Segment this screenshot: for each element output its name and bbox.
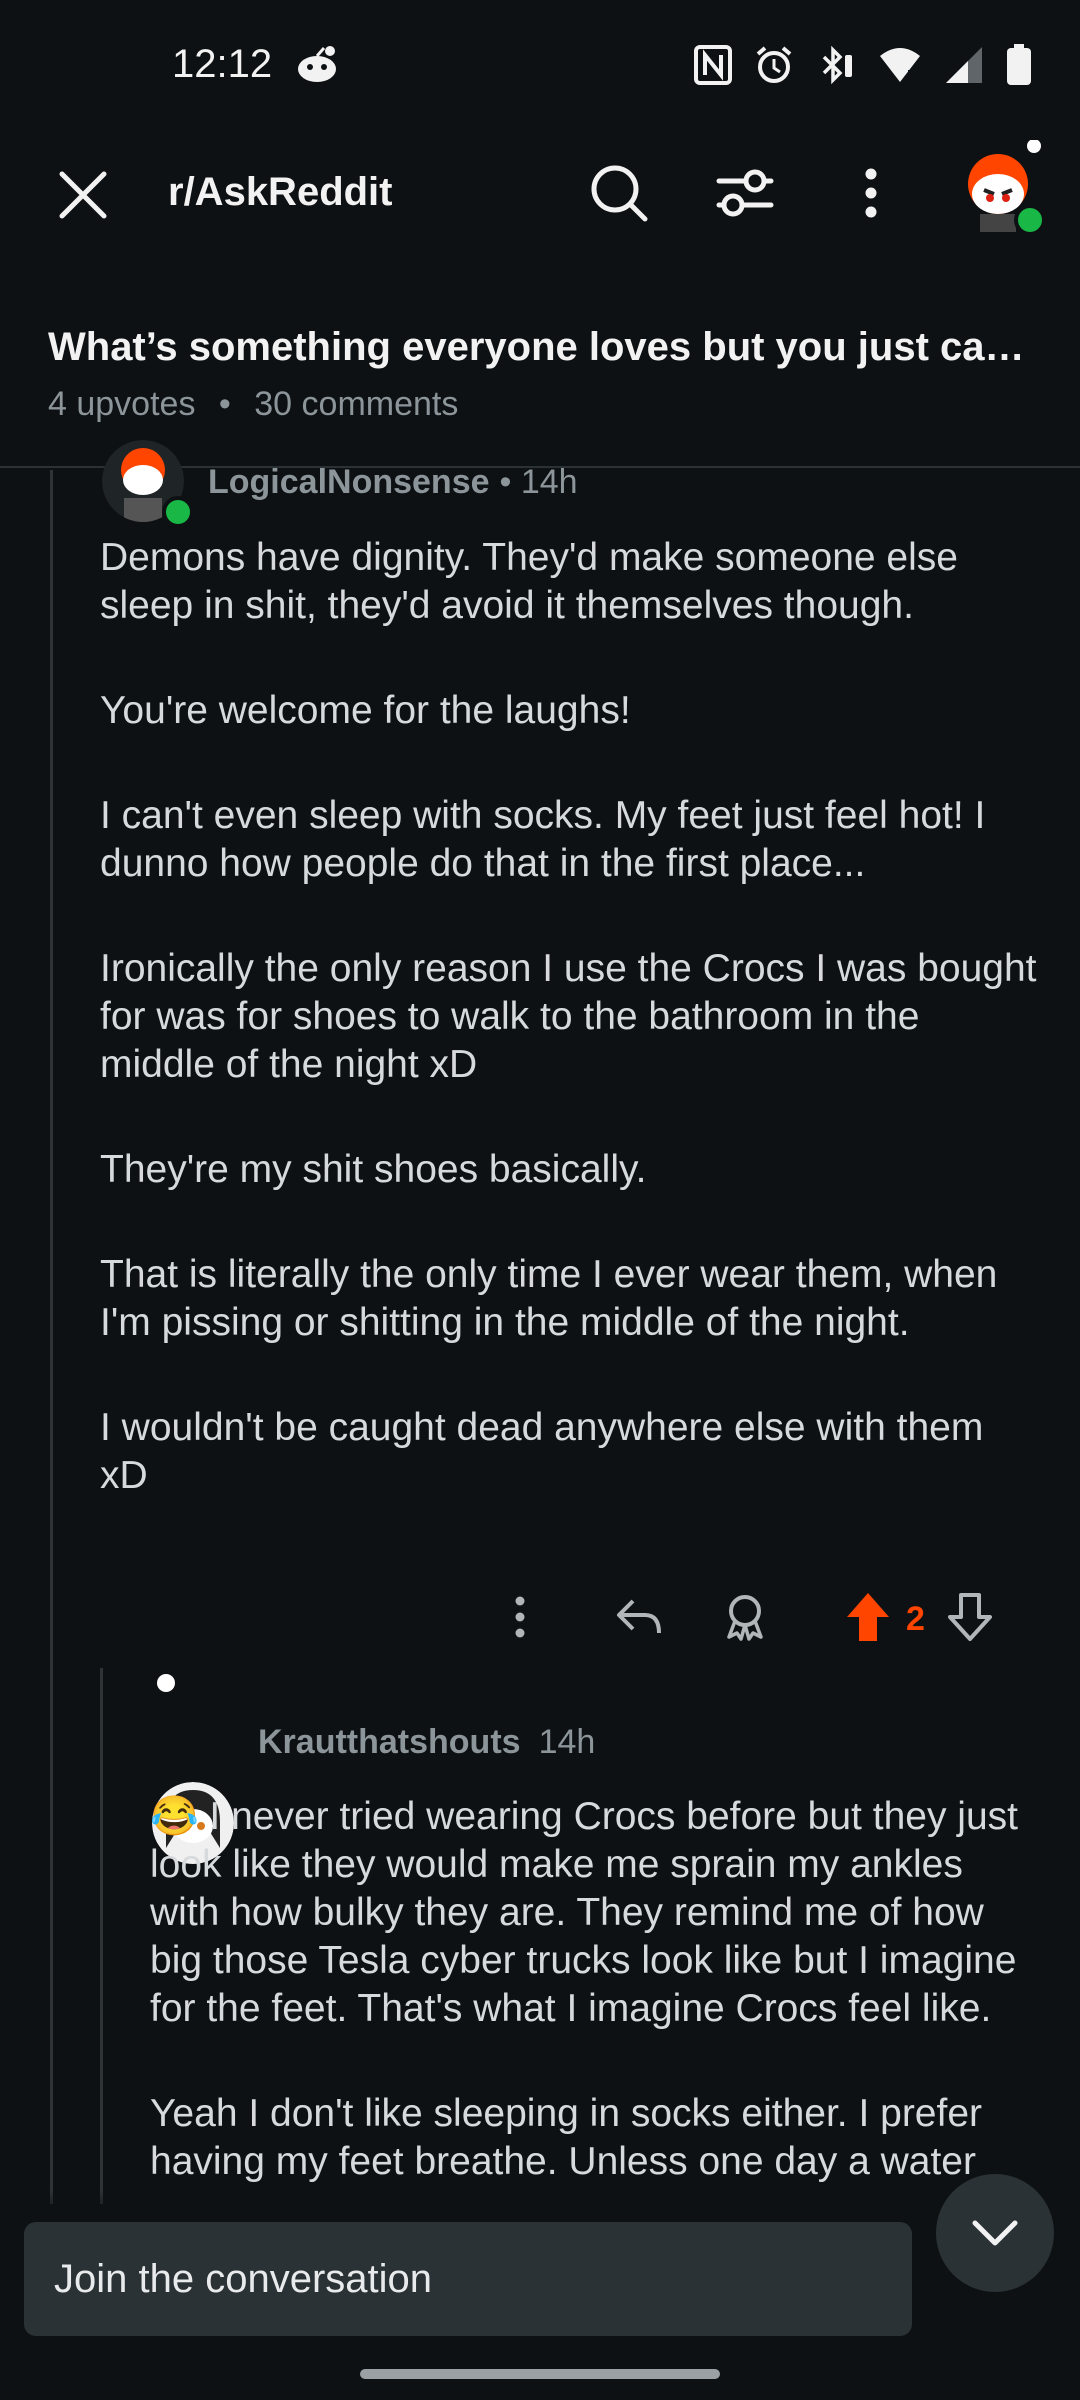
alarm-icon [754,45,794,90]
signal-icon [944,45,984,90]
profile-avatar[interactable] [950,139,1046,236]
thread-line-level-1 [50,470,53,2205]
thread-line-level-2 [100,1668,103,2205]
comment-text: I never tried wearing Crocs before but t… [150,1795,1018,2030]
comment-paragraph: They're my shit shoes basically. [100,1148,647,1191]
comment-count: 30 comments [254,385,459,423]
comment-paragraph: I wouldn't be caught dead anywhere else … [100,1406,984,1497]
avatar-accessory [157,1674,175,1692]
upvote-count: 4 upvotes [48,385,196,423]
comment-body: 😂 I never tried wearing Crocs before but… [150,1793,1040,2243]
more-vertical-icon [515,1596,525,1638]
comment-more-button[interactable] [500,1592,540,1642]
post-title[interactable]: What’s something everyone loves but you … [48,325,1048,370]
comment-paragraph: That is literally the only time I ever w… [100,1253,998,1344]
online-indicator [162,496,194,528]
filter-button[interactable] [700,148,790,238]
comment-time: • 14h [499,463,578,501]
comment-author-row: LogicalNonsense • 14h [208,463,578,502]
status-icons [694,44,1032,91]
reddit-notification-icon [294,44,340,89]
reply-icon [617,1599,661,1634]
wifi-icon [878,46,922,89]
comment-paragraph: Demons have dignity. They'd make someone… [100,536,958,627]
close-button[interactable] [38,150,128,240]
battery-icon [1006,44,1032,91]
home-indicator[interactable] [360,2369,720,2379]
post-meta: 4 upvotes • 30 comments [48,385,458,424]
upvote-button[interactable] [842,1590,894,1644]
award-button[interactable] [720,1590,770,1644]
filter-icon [716,169,774,217]
comment-author-row: Krautthatshouts 14h [258,1723,595,1762]
downvote-icon [948,1593,992,1641]
join-conversation-input[interactable]: Join the conversation [24,2222,912,2336]
search-icon [591,165,648,222]
comment-author[interactable]: LogicalNonsense [208,463,490,502]
comment-time: 14h [538,1723,596,1761]
close-icon [59,171,107,219]
collapse-button[interactable] [936,2174,1054,2292]
vote-count: 2 [906,1600,925,1638]
meta-separator: • [218,385,231,423]
more-vertical-icon [865,168,877,218]
status-time: 12:12 [172,42,273,86]
bluetooth-icon [816,45,856,90]
comment-paragraph: Ironically the only reason I use the Cro… [100,947,1037,1086]
comment-paragraph: You're welcome for the laughs! [100,689,631,732]
chevron-down-icon [972,2220,1018,2246]
comment-author[interactable]: Krautthatshouts [258,1723,521,1762]
award-icon [727,1595,763,1641]
search-button[interactable] [574,148,664,238]
comment-paragraph: 😂 I never tried wearing Crocs before but… [150,1793,1040,2033]
upvote-icon [847,1593,889,1641]
comment-paragraph: I can't even sleep with socks. My feet j… [100,794,986,885]
more-options-button[interactable] [826,148,916,238]
comment-body: Demons have dignity. They'd make someone… [100,534,1040,1557]
nfc-icon [694,45,732,90]
subreddit-name[interactable]: r/AskReddit [168,170,393,215]
comment-paragraph: Yeah I don't like sleeping in socks eith… [150,2092,983,2183]
reply-button[interactable] [612,1592,666,1642]
online-indicator [1014,204,1046,236]
downvote-button[interactable] [944,1590,996,1644]
laughing-emoji: 😂 [150,1795,199,1838]
